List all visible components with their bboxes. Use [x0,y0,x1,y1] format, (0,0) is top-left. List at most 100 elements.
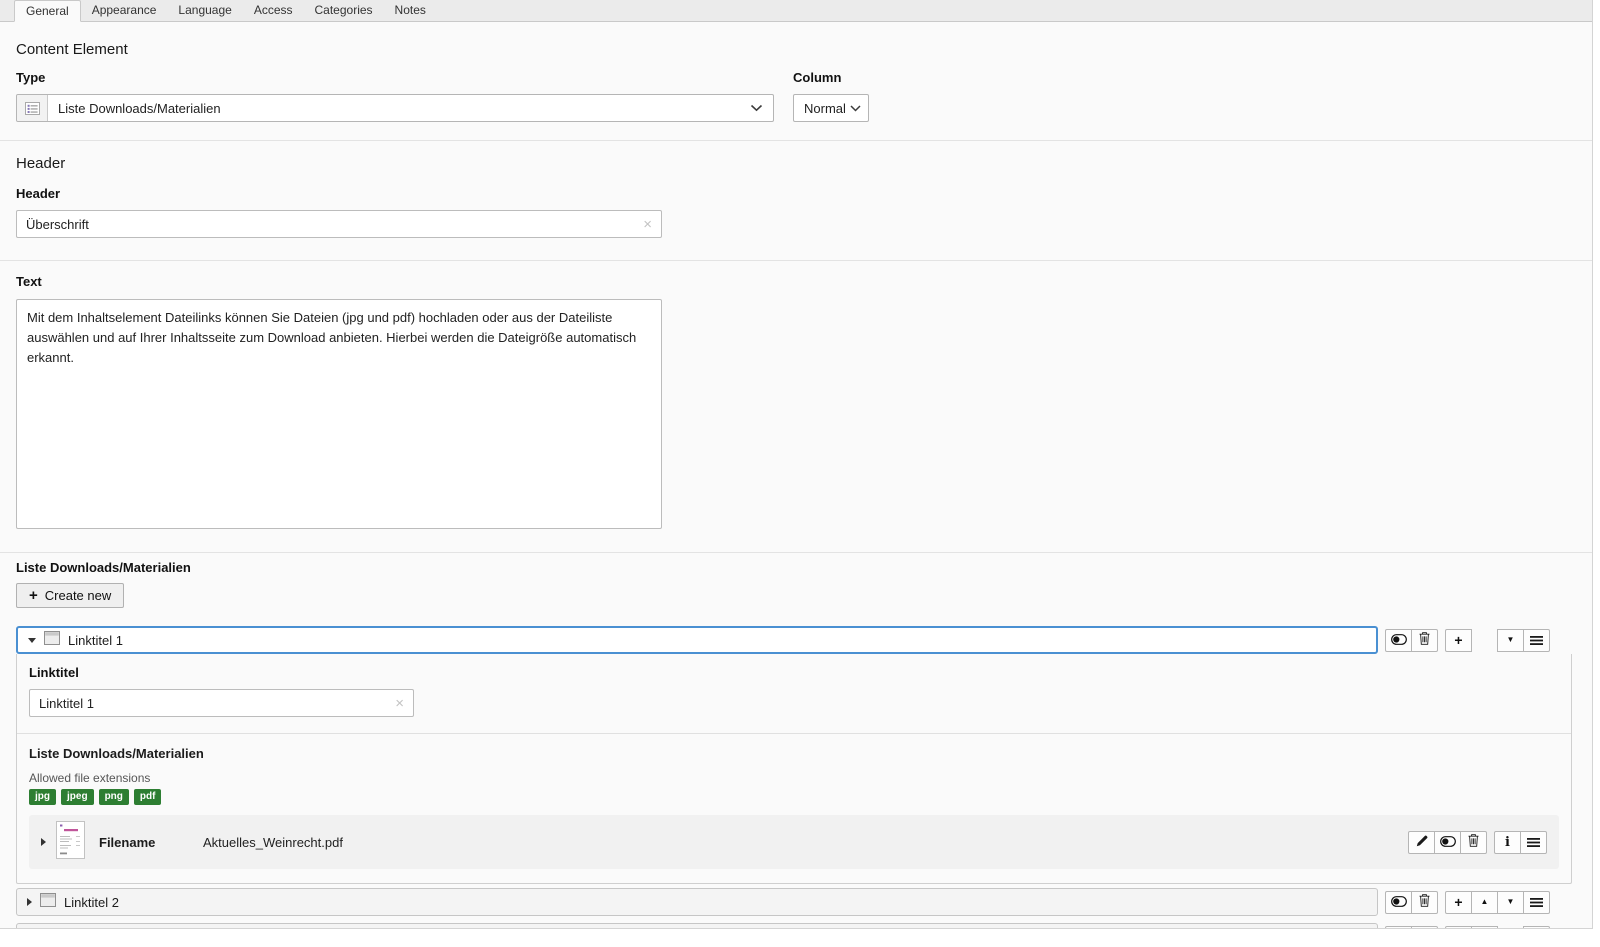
extension-badge: pdf [134,789,162,805]
record-new-after-button[interactable]: + [1445,926,1472,930]
record-row-2: Linktitel 2 + ▲ ▼ [16,888,1576,916]
plus-icon: + [1454,895,1462,909]
type-label: Type [16,70,774,85]
linktitel-label: Linktitel [29,665,1559,680]
header-field-label: Header [16,186,1576,201]
file-record-row: Filename Aktuelles_Weinrecht.pdf [29,815,1559,869]
record-files-heading: Liste Downloads/Materialien [29,746,1559,761]
toggle-icon [1391,895,1407,910]
caret-right-icon[interactable] [41,838,46,846]
text-textarea[interactable]: Mit dem Inhaltselement Dateilinks können… [16,299,662,529]
linktitel-input-field[interactable] [39,696,389,711]
downloads-section-label: Liste Downloads/Materialien [16,560,1576,575]
pencil-icon [1416,835,1428,850]
record-new-after-button[interactable]: + [1445,891,1472,914]
record-hide-toggle-button[interactable] [1385,891,1412,914]
linktitel-field-section: Linktitel × [17,654,1571,734]
record-header-linktitel-1[interactable]: Linktitel 1 [16,626,1378,654]
record-header-linktitel-3[interactable]: Linktitel 3 [16,923,1378,929]
toggle-icon [1440,835,1456,850]
caret-down-icon: ▼ [1507,636,1515,644]
caret-right-icon [27,898,32,906]
record-move-up-button[interactable]: ▲ [1471,926,1498,930]
record-3-controls: + ▲ [1385,926,1550,930]
record-files-section: Liste Downloads/Materialien Allowed file… [17,734,1571,883]
record-1-body: Linktitel × Liste Downloads/Materialien … [16,654,1572,884]
caret-up-icon: ▲ [1481,898,1489,906]
chevron-down-icon [850,105,871,112]
info-icon: i [1505,836,1510,849]
tab-language[interactable]: Language [167,0,242,21]
file-drag-handle-button[interactable] [1520,831,1547,854]
column-label: Column [793,70,869,85]
record-drag-handle-button[interactable] [1523,629,1550,652]
record-icon [40,928,56,930]
record-row-1: Linktitel 1 + ▼ [16,626,1576,654]
form-page: General Appearance Language Access Categ… [0,0,1593,929]
filename-value: Aktuelles_Weinrecht.pdf [203,835,343,850]
create-new-label: Create new [45,588,111,603]
record-move-down-button[interactable]: ▼ [1497,629,1524,652]
file-delete-button[interactable] [1460,831,1487,854]
extension-badge: jpg [29,789,56,805]
section-divider [0,140,1592,141]
header-input[interactable]: × [16,210,662,238]
section-heading-header: Header [16,155,1576,172]
create-new-button[interactable]: + Create new [16,583,124,608]
caret-down-icon: ▼ [1507,898,1515,906]
clear-icon[interactable]: × [389,696,404,711]
section-divider [0,260,1592,261]
clear-icon[interactable]: × [637,217,652,232]
drag-handle-icon [1527,835,1540,850]
caret-down-icon [28,638,36,643]
record-1-controls: + ▼ [1385,629,1550,652]
record-hide-toggle-button[interactable] [1385,926,1412,930]
record-delete-button[interactable] [1411,891,1438,914]
record-title: Linktitel 1 [68,633,123,648]
tab-categories[interactable]: Categories [304,0,384,21]
record-hide-toggle-button[interactable] [1385,629,1412,652]
tab-access[interactable]: Access [243,0,304,21]
tab-appearance[interactable]: Appearance [81,0,168,21]
file-info-button[interactable]: i [1494,831,1521,854]
section-divider [0,552,1592,553]
plus-icon: + [29,588,38,603]
text-field-label: Text [16,274,1576,289]
section-heading-content-element: Content Element [16,41,1576,58]
tab-notes[interactable]: Notes [384,0,437,21]
content-type-list-icon [17,95,48,121]
file-controls: i [1408,831,1547,854]
allowed-extensions-label: Allowed file extensions [29,771,1559,785]
record-drag-handle-button[interactable] [1523,891,1550,914]
record-new-after-button[interactable]: + [1445,629,1472,652]
record-row-3: Linktitel 3 + ▲ [16,923,1576,929]
extension-badge: png [99,789,129,805]
record-drag-handle-button[interactable] [1523,926,1550,930]
file-edit-button[interactable] [1408,831,1435,854]
file-hide-toggle-button[interactable] [1434,831,1461,854]
trash-icon [1419,632,1430,648]
toggle-icon [1391,633,1407,648]
linktitel-input[interactable]: × [29,689,414,717]
record-header-linktitel-2[interactable]: Linktitel 2 [16,888,1378,916]
header-input-field[interactable] [26,217,637,232]
filename-label: Filename [99,835,203,850]
record-delete-button[interactable] [1411,629,1438,652]
drag-handle-icon [1530,895,1543,910]
record-move-down-button[interactable]: ▼ [1497,891,1524,914]
tab-general[interactable]: General [14,0,81,22]
type-select[interactable]: Liste Downloads/Materialien [16,94,774,122]
record-move-up-button[interactable]: ▲ [1471,891,1498,914]
record-delete-button[interactable] [1411,926,1438,930]
column-select[interactable]: Normal [793,94,869,122]
drag-handle-icon [1530,633,1543,648]
plus-icon: + [1454,633,1462,647]
record-2-controls: + ▲ ▼ [1385,891,1550,914]
record-title: Linktitel 2 [64,895,119,910]
column-select-value: Normal [794,101,850,116]
trash-icon [1419,894,1430,910]
record-icon [40,893,56,912]
chevron-down-icon [750,104,773,112]
tab-bar: General Appearance Language Access Categ… [0,0,1592,22]
pdf-thumbnail [56,821,85,864]
